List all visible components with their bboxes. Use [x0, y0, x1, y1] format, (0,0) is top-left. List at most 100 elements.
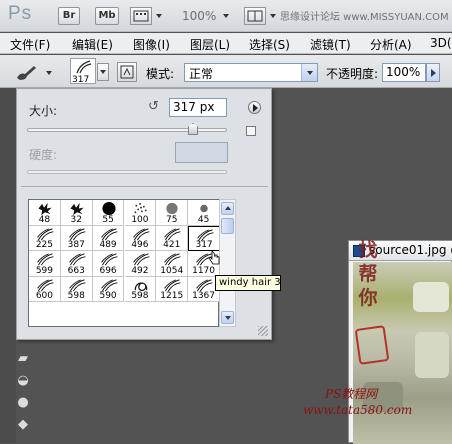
- brush-preset-cell[interactable]: 100: [124, 200, 157, 226]
- document-title: source01.jpg @: [369, 243, 452, 257]
- scroll-thumb[interactable]: [221, 218, 234, 234]
- menu-edit[interactable]: 编辑(E): [72, 36, 113, 53]
- brush-preset-cell[interactable]: 598: [124, 276, 157, 303]
- brush-preset-cell[interactable]: 225: [29, 225, 61, 252]
- menu-image[interactable]: 图像(I): [133, 36, 170, 53]
- menu-bar: 文件(F) 编辑(E) 图像(I) 图层(L) 选择(S) 滤镜(T) 分析(A…: [0, 33, 452, 54]
- hardness-slider-track: [27, 170, 227, 174]
- blend-mode-select[interactable]: 正常: [184, 63, 318, 82]
- brush-preset-cell[interactable]: 48: [29, 200, 61, 226]
- paint-bucket-tool-icon[interactable]: ◒: [12, 373, 34, 391]
- menu-3d[interactable]: 3D(: [430, 36, 452, 50]
- hand-cursor-icon: [208, 250, 220, 265]
- brush-preset-cell[interactable]: 590: [92, 276, 125, 303]
- eraser-tool-icon[interactable]: ▰: [12, 351, 34, 369]
- brush-preset-cell[interactable]: 663: [60, 251, 93, 277]
- brush-size-number: 421: [163, 240, 181, 251]
- opacity-label: 不透明度:: [326, 67, 379, 81]
- preset-scrollbar[interactable]: [219, 199, 236, 327]
- arrange-documents-button[interactable]: [244, 7, 266, 25]
- brush-preset-cell[interactable]: 1054: [156, 251, 189, 277]
- launch-bridge-button[interactable]: Br: [58, 7, 80, 25]
- brush-size-number: 598: [131, 291, 149, 302]
- brush-size-number: 45: [197, 214, 210, 225]
- blur-tool-icon[interactable]: ●: [12, 395, 34, 413]
- opacity-input[interactable]: 100%: [382, 63, 426, 82]
- zoom-level[interactable]: 100%: [182, 9, 216, 23]
- brush-preset-cell[interactable]: 387: [60, 225, 93, 252]
- brush-size-number: 600: [35, 291, 53, 302]
- brush-size-number: 496: [131, 240, 149, 251]
- menu-file[interactable]: 文件(F): [10, 36, 50, 53]
- brush-preset-cell[interactable]: 492: [124, 251, 157, 277]
- scroll-down-button[interactable]: [221, 311, 234, 324]
- chevron-down-icon[interactable]: [46, 71, 52, 75]
- brush-preset-cell[interactable]: 696: [92, 251, 125, 277]
- image-region: [413, 282, 449, 312]
- chevron-right-icon: [431, 69, 436, 77]
- url-watermark: www.tata580.com: [303, 403, 413, 417]
- brush-size-number: 489: [99, 240, 117, 251]
- brush-size-number: 663: [67, 265, 85, 276]
- brush-size-number: 1215: [160, 291, 184, 302]
- brush-preset-cell[interactable]: 32: [60, 200, 93, 226]
- chevron-up-icon: [225, 206, 231, 210]
- brush-preset-cell[interactable]: 45: [188, 200, 220, 226]
- red-seal-stamp: [354, 325, 390, 365]
- brush-preset-cell[interactable]: 55: [92, 200, 125, 226]
- image-region: [415, 332, 449, 378]
- brush-preset-cell[interactable]: 496: [124, 225, 157, 252]
- watermark-credit: 思缘设计论坛 www.MISSYUAN.COM: [280, 12, 449, 23]
- brush-size-number: 1367: [192, 291, 216, 302]
- size-input[interactable]: 317 px: [169, 98, 227, 117]
- brush-size-number: 225: [35, 240, 53, 251]
- brush-preset-cell[interactable]: 75: [156, 200, 189, 226]
- brush-preset-cell[interactable]: 421: [156, 225, 189, 252]
- brush-preset-cell[interactable]: 599: [29, 251, 61, 277]
- brush-size-number: 75: [166, 214, 178, 225]
- hardness-label: 硬度:: [29, 148, 58, 162]
- blend-mode-value: 正常: [189, 67, 214, 81]
- hardness-input: [175, 142, 228, 163]
- brush-preset-cell[interactable]: 598: [60, 276, 93, 303]
- new-preset-icon[interactable]: [246, 126, 256, 136]
- brush-preset-cell[interactable]: 1215: [156, 276, 189, 303]
- dodge-tool-icon[interactable]: ◆: [12, 417, 34, 435]
- brush-size-number: 317: [195, 240, 213, 251]
- brush-size-number: 696: [99, 265, 117, 276]
- brush-picker-dropdown[interactable]: [97, 63, 109, 81]
- brush-size-label: 317: [72, 75, 90, 85]
- brush-size-number: 492: [131, 265, 149, 276]
- brush-size-number: 55: [102, 214, 114, 225]
- launch-mini-bridge-button[interactable]: Mb: [95, 7, 119, 25]
- resize-grip[interactable]: [258, 326, 268, 336]
- select-arrow: [301, 64, 317, 81]
- chevron-down-icon[interactable]: [270, 14, 276, 18]
- opacity-slider-toggle[interactable]: [426, 63, 440, 82]
- brush-preset-cell[interactable]: 317: [188, 225, 220, 252]
- menu-analysis[interactable]: 分析(A): [370, 36, 412, 53]
- chevron-down-icon[interactable]: [223, 14, 229, 18]
- brush-preset-cell[interactable]: 600: [29, 276, 61, 303]
- menu-layer[interactable]: 图层(L): [190, 36, 230, 53]
- size-slider-thumb[interactable]: [188, 123, 198, 135]
- menu-filter[interactable]: 滤镜(T): [310, 36, 351, 53]
- scroll-up-button[interactable]: [221, 202, 234, 215]
- chevron-down-icon[interactable]: [156, 14, 162, 18]
- ps-site-watermark: PS教程网: [325, 387, 378, 401]
- view-extras-button[interactable]: [130, 7, 152, 25]
- brush-size-number: 590: [99, 291, 117, 302]
- divider: [21, 186, 268, 187]
- menu-select[interactable]: 选择(S): [249, 36, 290, 53]
- brush-preset-cell[interactable]: 489: [92, 225, 125, 252]
- brush-size-number: 387: [67, 240, 85, 251]
- brush-tooltip: windy hair 3: [215, 275, 281, 291]
- picker-menu-button[interactable]: [248, 101, 261, 114]
- reset-size-icon[interactable]: ↺: [148, 100, 162, 114]
- brush-preview-box[interactable]: 317: [70, 58, 96, 85]
- mode-label: 模式:: [146, 67, 175, 81]
- toggle-brush-panel-button[interactable]: [117, 62, 137, 82]
- film-icon: [133, 10, 149, 22]
- chevron-down-icon: [100, 70, 106, 74]
- brush-tool-preset-icon[interactable]: [14, 62, 40, 82]
